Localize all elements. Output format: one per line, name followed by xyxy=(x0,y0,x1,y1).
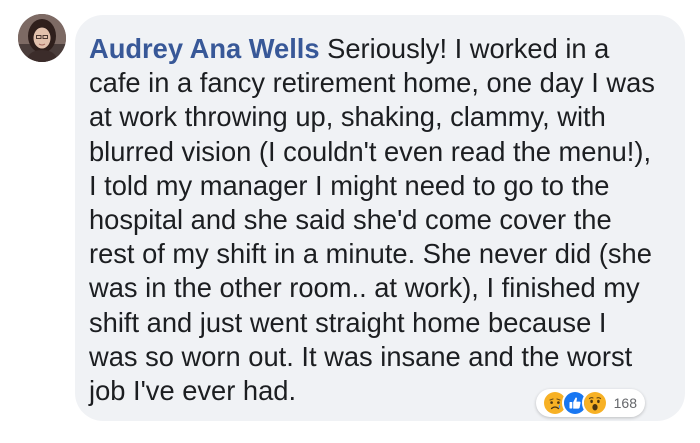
comment-text: Seriously! I worked in a cafe in a fancy… xyxy=(89,33,655,407)
comment-thread: Audrey Ana Wells Seriously! I worked in … xyxy=(0,0,700,443)
comment-body: Audrey Ana Wells Seriously! I worked in … xyxy=(89,32,661,408)
reaction-count: 168 xyxy=(613,395,637,411)
profile-photo xyxy=(18,14,66,62)
avatar[interactable] xyxy=(18,14,66,62)
wow-icon xyxy=(581,390,608,416)
reaction-icons xyxy=(541,390,608,416)
reactions-summary[interactable]: 168 xyxy=(535,389,645,417)
comment-bubble: Audrey Ana Wells Seriously! I worked in … xyxy=(75,15,685,421)
comment-author-link[interactable]: Audrey Ana Wells xyxy=(89,33,320,64)
